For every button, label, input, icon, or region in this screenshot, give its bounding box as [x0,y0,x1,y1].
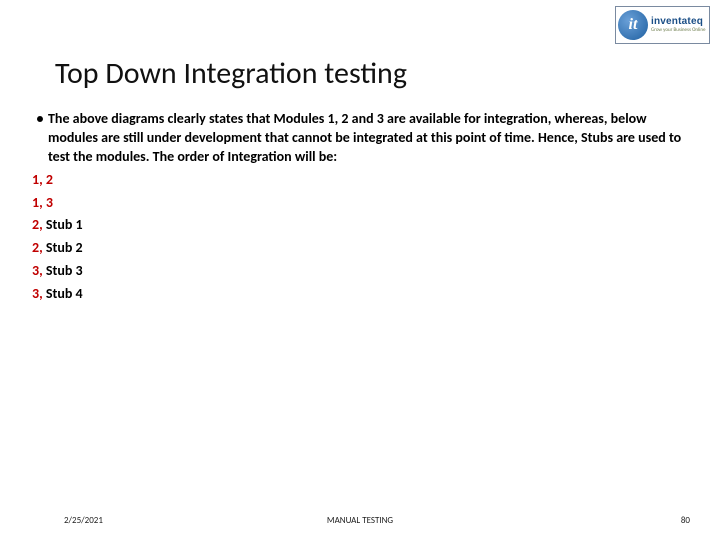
order-stub: Stub 1 [46,216,83,233]
slide-title: Top Down Integration testing [55,55,407,92]
list-item: 2, Stub 2 [32,239,692,258]
list-item: 3, Stub 3 [32,262,692,281]
order-stub: Stub 2 [46,239,83,256]
bullet-dot-icon: • [32,110,48,167]
list-item: 3, Stub 4 [32,285,692,304]
order-stub: Stub 4 [46,285,83,302]
slide-body: • The above diagrams clearly states that… [32,110,692,304]
order-num: 1, 3 [32,194,53,211]
order-num: 3, [32,285,46,302]
order-num: 1, 2 [32,171,53,188]
logo-glyph: it [629,16,638,34]
logo-main: inventateq [651,17,705,27]
order-num: 3, [32,262,46,279]
order-num: 2, [32,239,46,256]
order-stub: Stub 3 [46,262,83,279]
list-item: 2, Stub 1 [32,216,692,235]
brand-logo: it inventateq Grow your Business Online [615,6,710,44]
list-item: 1, 3 [32,194,692,213]
order-num: 2, [32,216,46,233]
slide: it inventateq Grow your Business Online … [0,0,720,540]
logo-sub: Grow your Business Online [651,28,705,33]
footer-center: MANUAL TESTING [0,515,720,526]
footer-page: 80 [681,515,690,526]
integration-order: 1, 2 1, 3 2, Stub 1 2, Stub 2 3, Stub 3 … [32,171,692,304]
bullet-text: The above diagrams clearly states that M… [48,110,692,167]
logo-badge-icon: it [618,10,648,40]
body-bullet: • The above diagrams clearly states that… [32,110,692,167]
list-item: 1, 2 [32,171,692,190]
logo-text: inventateq Grow your Business Online [651,17,705,33]
